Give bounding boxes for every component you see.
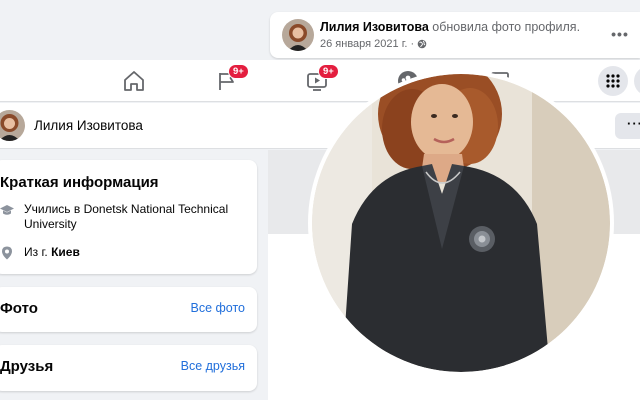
- flag-icon[interactable]: 9+: [214, 64, 249, 94]
- friends-title[interactable]: Друзья: [0, 358, 53, 375]
- all-photos-link[interactable]: Все фото: [190, 301, 245, 315]
- intro-card: Краткая информация Учились в Donetsk Nat…: [0, 160, 257, 274]
- hometown-prefix: Из г.: [24, 245, 48, 259]
- hometown-row: Из г. Киев: [0, 245, 234, 260]
- notification-date[interactable]: 26 января 2021 г. ·: [320, 38, 414, 50]
- grid-menu-icon[interactable]: [598, 66, 628, 96]
- profile-photo-image: [312, 74, 610, 372]
- intro-title: Краткая информация: [0, 174, 159, 191]
- notification-card[interactable]: Лилия Изовитова обновила фото профиля. 2…: [270, 12, 640, 58]
- notification-meta: 26 января 2021 г. ·: [320, 38, 427, 50]
- notification-avatar[interactable]: [282, 19, 314, 51]
- photos-card: Фото Все фото: [0, 287, 257, 332]
- profile-photo[interactable]: [308, 70, 614, 376]
- notification-author[interactable]: Лилия Изовитова: [320, 20, 429, 34]
- hometown-text: Из г. Киев: [24, 245, 234, 260]
- photos-title[interactable]: Фото: [0, 300, 38, 317]
- more-horizontal-icon[interactable]: •••: [610, 25, 630, 45]
- watch-badge: 9+: [318, 64, 339, 79]
- video-icon[interactable]: 9+: [304, 64, 339, 94]
- education-text: Учились в Donetsk National Technical Uni…: [24, 202, 229, 231]
- friends-card: Друзья Все друзья: [0, 345, 257, 391]
- all-friends-link[interactable]: Все друзья: [181, 359, 245, 373]
- hometown-link[interactable]: Киев: [51, 245, 80, 259]
- profile-more-button[interactable]: ···: [615, 113, 640, 139]
- profile-name[interactable]: Лилия Изовитова: [34, 118, 143, 133]
- home-icon[interactable]: [121, 68, 147, 94]
- notification-action: обновила фото профиля.: [432, 20, 581, 34]
- messenger-button[interactable]: [634, 66, 640, 96]
- notification-text: Лилия Изовитова обновила фото профиля.: [320, 20, 580, 34]
- globe-icon: [417, 39, 427, 49]
- profile-avatar-small[interactable]: [0, 110, 25, 141]
- location-pin-icon: [2, 246, 12, 260]
- graduation-cap-icon: [0, 205, 14, 215]
- education-row: Учились в Donetsk National Technical Uni…: [0, 202, 234, 232]
- pages-badge: 9+: [228, 64, 249, 79]
